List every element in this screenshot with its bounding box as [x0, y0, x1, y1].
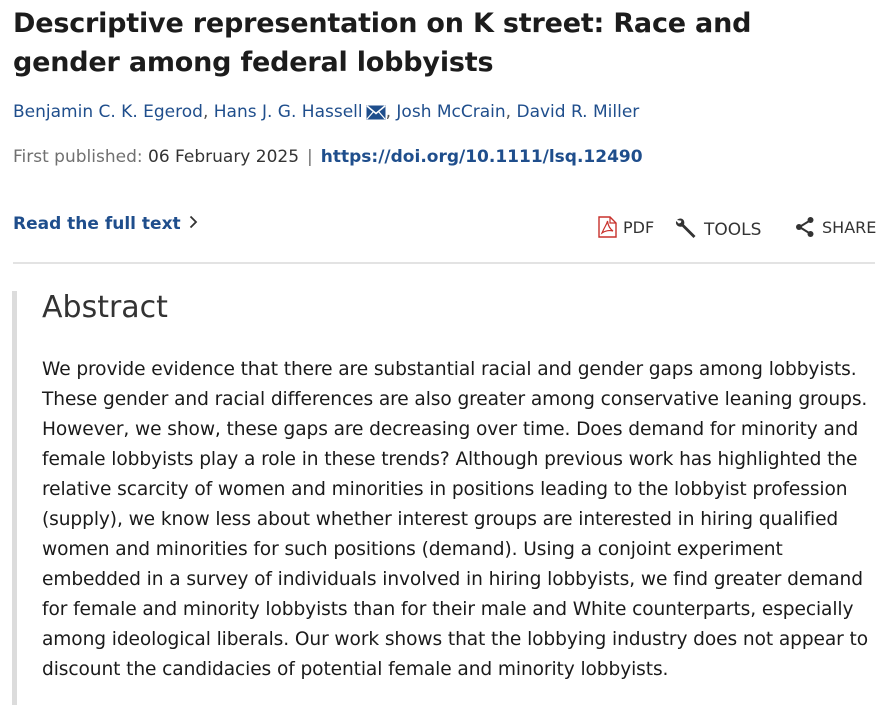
- share-label: SHARE: [822, 218, 877, 237]
- author-separator: ,: [385, 102, 392, 122]
- author-link-egerod[interactable]: Benjamin C. K. Egerod: [13, 102, 203, 122]
- first-published-label: First published:: [13, 147, 143, 167]
- abstract-heading: Abstract: [42, 290, 168, 325]
- pdf-file-icon: [598, 216, 623, 238]
- read-full-text-label: Read the full text: [13, 214, 181, 234]
- article-toolbar: Read the full text PDF TOOLS SHARE: [0, 212, 884, 246]
- pdf-button[interactable]: PDF: [598, 216, 654, 238]
- author-list: Benjamin C. K. Egerod, Hans J. G. Hassel…: [13, 100, 873, 127]
- author-link-miller[interactable]: David R. Miller: [516, 102, 639, 122]
- wrench-icon: [674, 218, 704, 240]
- author-separator: ,: [202, 102, 209, 122]
- article-title: Descriptive representation on K street: …: [13, 8, 752, 78]
- doi-link[interactable]: https://doi.org/10.1111/lsq.12490: [321, 147, 643, 167]
- abstract-text: We provide evidence that there are subst…: [42, 359, 869, 680]
- envelope-icon[interactable]: [366, 103, 386, 127]
- chevron-right-icon: [189, 214, 198, 234]
- abstract-accent-bar: [12, 291, 17, 705]
- share-button[interactable]: SHARE: [794, 216, 876, 238]
- pub-separator: |: [307, 147, 313, 167]
- section-divider: [13, 262, 875, 264]
- publication-info: First published: 06 February 2025 | https:…: [13, 145, 643, 169]
- author-link-hassell[interactable]: Hans J. G. Hassell: [214, 102, 363, 122]
- tools-label: TOOLS: [704, 220, 762, 240]
- author-link-mccrain[interactable]: Josh McCrain: [396, 102, 505, 122]
- share-icon: [794, 217, 822, 237]
- first-published-date: 06 February 2025: [148, 147, 300, 167]
- author-separator: ,: [505, 102, 512, 122]
- tools-button[interactable]: TOOLS: [674, 216, 761, 240]
- read-full-text-button[interactable]: Read the full text: [13, 214, 198, 234]
- pdf-label: PDF: [623, 218, 655, 237]
